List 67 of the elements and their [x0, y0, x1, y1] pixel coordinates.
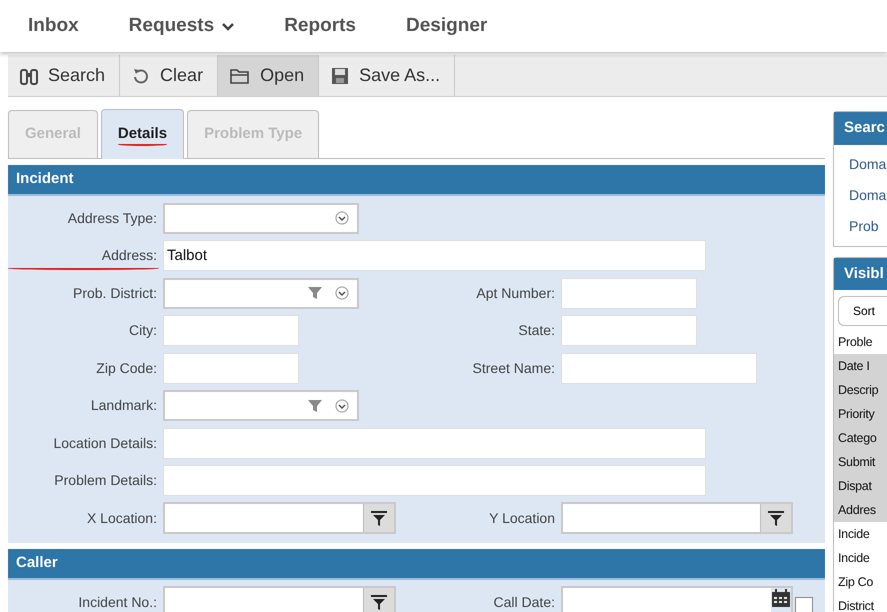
chevron-down-icon [335, 398, 349, 413]
binoculars-icon [20, 66, 38, 84]
filter-icon [766, 509, 785, 528]
undo-icon [132, 66, 150, 84]
filter-button[interactable] [760, 504, 791, 532]
text-field[interactable] [561, 352, 757, 384]
nav-link[interactable]: Inbox [28, 12, 79, 40]
lookup-field[interactable] [561, 502, 793, 534]
field-label: City: [128, 321, 158, 340]
filter-button[interactable] [362, 588, 394, 612]
field-label: Call Date: [492, 592, 556, 612]
text-field[interactable] [163, 315, 299, 346]
lookup-field[interactable] [163, 586, 396, 612]
search-link[interactable]: Doma [834, 148, 887, 180]
filter-icon [370, 593, 388, 612]
text-field[interactable] [163, 428, 706, 459]
field-label: Zip Code: [95, 358, 158, 378]
panel-header: Visibl [834, 258, 887, 290]
dropdown-field[interactable] [163, 202, 359, 234]
nav-link[interactable]: Reports [284, 12, 356, 40]
search-link[interactable]: Doma [834, 180, 887, 210]
toolbar-button[interactable]: Open [218, 55, 320, 96]
field-label: Landmark: [90, 396, 158, 416]
field-label: Apt Number: [475, 284, 556, 303]
section-header: Caller [8, 549, 825, 580]
column-list-item[interactable]: Date I [834, 354, 887, 378]
panel-header: Searc [834, 112, 887, 144]
text-field[interactable] [561, 278, 697, 309]
tab[interactable]: Details [100, 109, 184, 159]
field-label: Street Name: [472, 358, 556, 378]
filter-icon [307, 285, 323, 302]
column-list-item[interactable]: Submit [834, 450, 887, 474]
dropdown-field[interactable] [163, 390, 359, 422]
sort-button[interactable]: Sort [838, 296, 887, 326]
dropdown-field[interactable] [163, 278, 359, 309]
filter-icon [307, 398, 323, 414]
field-label: Address Type: [66, 208, 158, 228]
column-list-item[interactable]: Descrip [834, 378, 887, 402]
checkbox[interactable] [795, 597, 813, 612]
lookup-field[interactable] [163, 502, 396, 534]
field-label: X Location: [86, 508, 158, 528]
field-label: State: [517, 321, 556, 340]
field-label: Y Location [488, 508, 556, 528]
date-field[interactable] [561, 586, 793, 612]
field-label: Incident No.: [77, 592, 158, 612]
field-label: Address: [8, 245, 163, 266]
field-label: Prob. District: [72, 284, 158, 303]
text-field[interactable] [163, 465, 706, 496]
search-link[interactable]: Prob [834, 210, 887, 242]
annotation-underline [118, 143, 168, 146]
nav-link[interactable]: Designer [406, 12, 488, 40]
folder-icon [230, 66, 250, 84]
text-field[interactable]: Talbot [163, 240, 706, 272]
column-list-item[interactable]: Catego [834, 426, 887, 450]
text-field[interactable] [561, 315, 697, 346]
field-label: Problem Details: [53, 471, 158, 490]
chevron-down-icon [335, 211, 349, 226]
column-list-item[interactable]: Priority [834, 402, 887, 426]
text-field[interactable] [163, 352, 299, 384]
section-header: Incident [8, 165, 825, 196]
column-list-item[interactable]: Addres [834, 498, 887, 522]
field-label: Location Details: [52, 434, 158, 453]
chevron-down-icon [335, 286, 349, 300]
column-list-item[interactable]: Dispat [834, 474, 887, 498]
nav-link[interactable]: Requests [128, 12, 234, 40]
filter-icon [370, 509, 388, 528]
filter-button[interactable] [362, 504, 394, 532]
